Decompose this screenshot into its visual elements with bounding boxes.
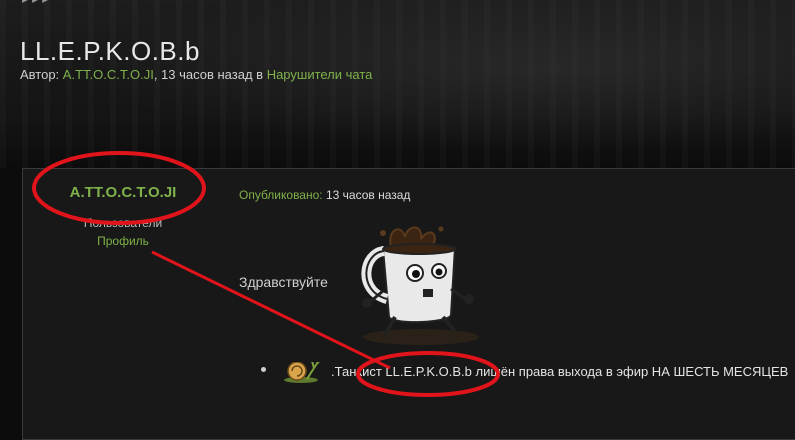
bullet-icon	[261, 367, 266, 372]
profile-link[interactable]: Профиль	[23, 234, 223, 248]
meta-author-label: Автор:	[20, 67, 60, 82]
page-title: LL.E.P.K.O.B.b	[20, 36, 200, 66]
post-author-group: Пользователи	[83, 216, 163, 230]
breadcrumb-partial: ▸ ▸ ▸	[22, 0, 49, 7]
published-label: Опубликовано:	[239, 188, 323, 202]
post-container: A.TT.O.C.T.O.JI Пользователи Профиль Опу…	[22, 168, 795, 440]
bullet-text: .Танкист LL.E.P.K.O.B.b лишён права выхо…	[331, 364, 789, 379]
published-time: 13 часов назад	[325, 188, 411, 202]
topic-meta: Автор: A.TT.O.C.T.O.JI, 13 часов назад в…	[20, 67, 372, 82]
coffee-mug-emoticon	[361, 226, 479, 345]
meta-forum-link[interactable]: Нарушители чата	[267, 67, 373, 82]
post-author-name[interactable]: A.TT.O.C.T.O.JI	[23, 184, 223, 201]
meta-time: , 13 часов назад в	[153, 67, 264, 82]
snail-icon	[284, 362, 320, 383]
post-author-column: A.TT.O.C.T.O.JI Пользователи Профиль	[23, 169, 223, 439]
list-item: .Танкист LL.E.P.K.O.B.b лишён права выхо…	[261, 362, 795, 390]
meta-author-link[interactable]: A.TT.O.C.T.O.JI	[63, 67, 154, 82]
topic-header	[0, 0, 795, 168]
post-greeting: Здравствуйте	[239, 274, 328, 290]
post-published: Опубликовано: 13 часов назад	[239, 188, 410, 202]
